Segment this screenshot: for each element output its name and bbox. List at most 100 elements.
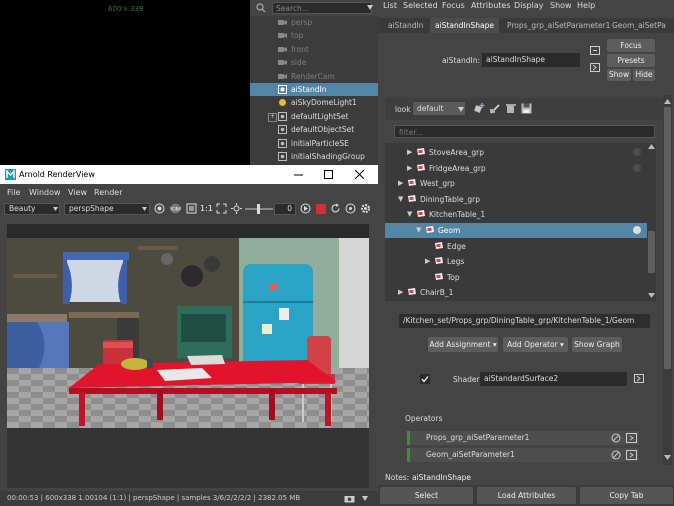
outliner-item[interactable]: initialShadingGroup [250,150,378,163]
tree-node[interactable]: ▼ DiningTable_grp [385,192,647,207]
load-attributes-button[interactable]: Load Attributes [477,487,576,504]
tree-scroll-thumb[interactable] [648,231,655,273]
rgba-channels-icon[interactable]: RGBA [170,203,181,214]
outliner-item[interactable]: aiStandIn [250,83,378,96]
render-start-icon[interactable] [300,203,311,214]
aov-dropdown[interactable]: Beauty [4,203,60,215]
override-indicator-icon[interactable] [633,163,641,172]
outliner-item[interactable]: persp [250,16,378,29]
edit-look-icon[interactable] [489,103,501,114]
outliner-item[interactable]: aiSkyDomeLight1 [250,96,378,109]
chevron-down-icon[interactable] [367,5,373,10]
presets-button[interactable]: Presets [607,54,655,67]
shader-field[interactable]: aiStandardSurface2 [480,372,627,386]
ae-scroll-thumb[interactable] [664,107,671,369]
expand-arrow-icon[interactable]: ▶ [398,285,403,300]
gear-icon[interactable] [360,203,371,214]
expand-arrow-icon[interactable]: ▶ [425,254,430,269]
tab-props-setparameter[interactable]: Props_grp_aiSetParameter1 [502,18,615,33]
expand-arrow-icon[interactable]: ▶ [407,161,412,176]
tree-node[interactable]: Edge [385,239,647,254]
select-shader-icon[interactable] [634,374,644,383]
collapse-arrow-icon[interactable]: ▼ [416,223,421,238]
focus-button[interactable]: Focus [607,39,655,52]
chevron-down-icon[interactable] [53,207,58,211]
scroll-down-icon[interactable] [648,293,655,298]
standin-name-field[interactable]: aiStandInShape [482,53,580,67]
menu-attributes[interactable]: Attributes [471,0,511,12]
tree-node[interactable]: ▶ ChairB_1 [385,285,647,300]
show-button[interactable]: Show [607,69,631,81]
stop-render-button[interactable] [316,204,326,214]
copy-tab-button[interactable]: Copy Tab [580,487,673,504]
menu-focus[interactable]: Focus [442,0,465,12]
outliner-item[interactable]: defaultObjectSet [250,123,378,136]
fit-frame-icon[interactable] [216,203,227,214]
tree-node[interactable]: ▶ West_grp [385,176,647,191]
exposure-slider-handle[interactable] [257,204,260,214]
tree-node[interactable]: ▶ FridgeArea_grp [385,161,647,176]
expand-arrow-icon[interactable]: ▶ [398,176,403,191]
search-icon[interactable] [256,3,266,13]
exposure-icon[interactable] [231,203,242,214]
menu-list[interactable]: List [383,0,397,12]
add-operator-button[interactable]: Add Operator ▾ [503,337,568,352]
tree-node[interactable]: Top [385,270,647,285]
outliner-item[interactable]: RenderCam [250,70,378,83]
outliner-item[interactable]: + defaultLightSet [250,110,378,123]
operator-row[interactable]: Geom_aiSetParameter1 [407,448,639,462]
open-operator-icon[interactable] [626,450,637,460]
hide-button[interactable]: Hide [633,69,655,81]
menu-show[interactable]: Show [550,0,572,12]
camera-dropdown[interactable]: perspShape [64,203,150,215]
load-selected-icon[interactable] [590,46,600,55]
tree-node[interactable]: ▶ StoveArea_grp [385,145,647,160]
display-mode-icon[interactable] [186,203,197,214]
shader-checkbox[interactable] [420,374,430,384]
delete-look-icon[interactable] [505,103,517,114]
close-icon[interactable] [355,170,364,179]
tree-scrollbar[interactable] [647,143,656,301]
select-button[interactable]: Select [380,487,473,504]
copy-tab-icon[interactable] [590,63,600,72]
scroll-down-icon[interactable] [664,455,671,460]
menu-selected[interactable]: Selected [403,0,438,12]
snapshot-camera-icon[interactable] [344,494,355,503]
tree-node[interactable]: ▼ KitchenTable_1 [385,207,647,222]
scroll-up-icon[interactable] [664,99,671,104]
override-indicator-icon[interactable] [633,226,641,234]
collapse-arrow-icon[interactable]: ▼ [398,192,403,207]
ae-scrollbar[interactable] [663,95,672,465]
tab-aistandinshape[interactable]: aiStandInShape [430,18,499,33]
save-icon[interactable] [521,103,532,114]
object-path-field[interactable]: /Kitchen_set/Props_grp/DiningTable_grp/K… [399,314,650,328]
tree-node[interactable]: ▶ Legs [385,254,647,269]
refresh-icon[interactable] [330,203,341,214]
show-graph-button[interactable]: Show Graph [572,337,622,352]
render-region-icon[interactable] [154,203,165,214]
menu-window[interactable]: Window [29,185,61,200]
operator-row[interactable]: Props_grp_aiSetParameter1 [407,431,639,445]
exposure-field[interactable]: 0 [274,203,296,215]
expand-arrow-icon[interactable]: ▶ [407,145,412,160]
add-assignment-button[interactable]: Add Assignment ▾ [428,337,498,352]
menu-render[interactable]: Render [94,185,122,200]
tree-filter-input[interactable]: filter... [394,125,655,138]
disable-operator-icon[interactable] [611,450,621,460]
chevron-down-icon[interactable] [142,207,147,211]
open-operator-icon[interactable] [626,433,637,443]
menu-help[interactable]: Help [577,0,595,12]
menu-file[interactable]: File [7,185,20,200]
snapshot-icon[interactable] [345,203,356,214]
disable-operator-icon[interactable] [611,433,621,443]
chevron-down-icon[interactable] [458,107,464,112]
outliner-item[interactable]: top [250,29,378,42]
menu-view[interactable]: View [68,185,87,200]
override-indicator-icon[interactable] [633,148,641,156]
scroll-up-icon[interactable] [648,144,655,149]
tree-node[interactable]: ▼ Geom [385,223,647,238]
outliner-item[interactable]: initialParticleSE [250,137,378,150]
maximize-icon[interactable] [324,170,333,179]
outliner-item[interactable]: front [250,43,378,56]
outliner-item[interactable]: side [250,56,378,69]
